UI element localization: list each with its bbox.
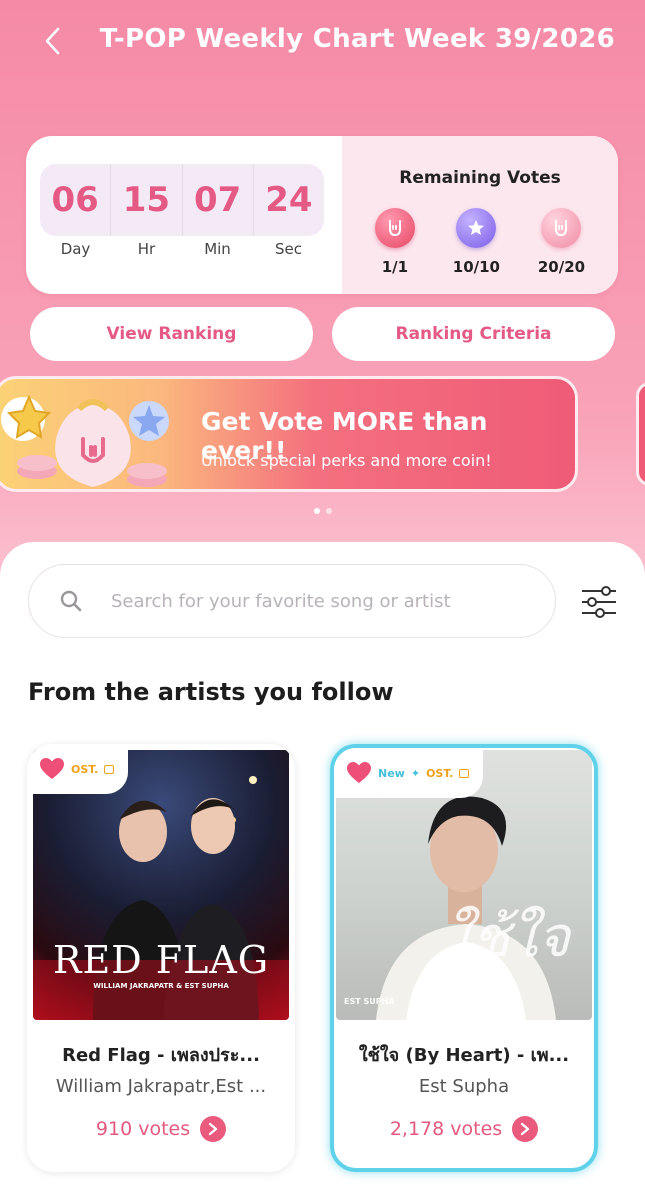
- vote-coin-item: 10/10: [453, 208, 500, 276]
- ost-badge-icon: [104, 764, 115, 774]
- vote-status-card: 06 15 07 24 Day Hr Min Sec Remaining Vot…: [26, 136, 618, 294]
- song-votes[interactable]: 2,178 votes: [334, 1116, 594, 1142]
- star-coin-icon: [456, 208, 497, 248]
- vote-coin-count: 20/20: [537, 258, 586, 276]
- remaining-votes-title: Remaining Votes: [399, 168, 561, 188]
- rock-hand-coin-icon: [374, 208, 415, 248]
- song-card[interactable]: ใช้ใจ EST SUPHA New ✦ OST. ใช้ใจ (By Hea…: [330, 744, 598, 1172]
- carousel-dot[interactable]: [313, 508, 320, 514]
- vote-count: 910 votes: [95, 1118, 191, 1140]
- ranking-criteria-button[interactable]: Ranking Criteria: [332, 307, 615, 361]
- new-tag: New: [378, 766, 405, 780]
- remaining-votes: Remaining Votes 1/1 10/10 20/20: [342, 136, 618, 294]
- song-votes[interactable]: 910 votes: [27, 1116, 295, 1142]
- page-title: T-POP Weekly Chart Week 39/2026: [99, 24, 615, 54]
- next-banner-peek[interactable]: [636, 382, 645, 486]
- heart-icon[interactable]: [346, 761, 372, 785]
- carousel-dot[interactable]: [325, 508, 332, 514]
- song-tags: OST.: [27, 744, 129, 794]
- chevron-right-icon[interactable]: [200, 1116, 227, 1142]
- chevron-right-icon[interactable]: [512, 1116, 539, 1142]
- countdown-hour-label: Hr: [137, 240, 156, 258]
- vote-count: 2,178 votes: [389, 1118, 503, 1140]
- song-tags: New ✦ OST.: [334, 748, 484, 798]
- countdown-hour-value: 15: [111, 164, 183, 236]
- search-icon: [60, 590, 82, 612]
- carousel-dots: [0, 508, 645, 514]
- sparkle-icon: ✦: [410, 766, 421, 780]
- section-title: From the artists you follow: [28, 678, 394, 706]
- countdown-second-label: Sec: [275, 240, 302, 258]
- search-input[interactable]: [111, 590, 511, 612]
- countdown-values: 06 15 07 24: [40, 164, 324, 236]
- song-artist: William Jakrapatr,Est ...: [55, 1076, 267, 1097]
- vote-coin-item: 1/1: [374, 208, 415, 276]
- cover-artist-text: EST SUPHA: [344, 997, 395, 1006]
- content-sheet: From the artists you follow RED FLAG WIL…: [0, 542, 645, 1200]
- pink-hand-coin-icon: [541, 208, 582, 248]
- countdown-labels: Day Hr Min Sec: [40, 240, 324, 258]
- song-artist: Est Supha: [418, 1076, 510, 1097]
- cover-title-text: ใช้ใจ: [444, 905, 570, 970]
- countdown-minute-value: 07: [183, 164, 254, 236]
- vote-coin-count: 10/10: [452, 258, 500, 276]
- coin-bag-illustration: [1, 394, 169, 487]
- filter-sliders-icon[interactable]: [580, 584, 618, 620]
- view-ranking-button[interactable]: View Ranking: [30, 307, 313, 361]
- banner-subtitle: Unlock special perks and more coin!: [201, 451, 492, 470]
- search-bar[interactable]: [28, 564, 556, 638]
- cover-artist-text: WILLIAM JAKRAPATR & EST SUPHA: [93, 982, 229, 990]
- cover-title-text: RED FLAG: [52, 938, 270, 982]
- vote-coin-item: 20/20: [538, 208, 585, 276]
- song-card[interactable]: RED FLAG WILLIAM JAKRAPATR & EST SUPHA O…: [27, 744, 295, 1172]
- vote-coin-count: 1/1: [381, 258, 409, 276]
- song-title: Red Flag - เพลงประ...: [62, 1045, 260, 1066]
- countdown-minute-label: Min: [204, 240, 231, 258]
- ost-badge-icon: [459, 768, 470, 778]
- countdown-second-value: 24: [265, 180, 313, 220]
- promo-banner[interactable]: Get Vote MORE than ever!! Unlock special…: [0, 376, 578, 492]
- countdown-day-label: Day: [60, 240, 91, 258]
- countdown-day-value: 06: [40, 164, 112, 236]
- countdown: 06 15 07 24 Day Hr Min Sec: [26, 136, 342, 294]
- song-title: ใช้ใจ (By Heart) - เพ...: [358, 1045, 570, 1066]
- back-chevron-icon[interactable]: [38, 24, 66, 58]
- header: T-POP Weekly Chart Week 39/2026: [0, 0, 645, 90]
- heart-icon[interactable]: [39, 757, 65, 781]
- ost-tag: OST.: [426, 766, 454, 780]
- vote-coins: 1/1 10/10 20/20: [342, 208, 618, 276]
- ost-tag: OST.: [71, 762, 99, 776]
